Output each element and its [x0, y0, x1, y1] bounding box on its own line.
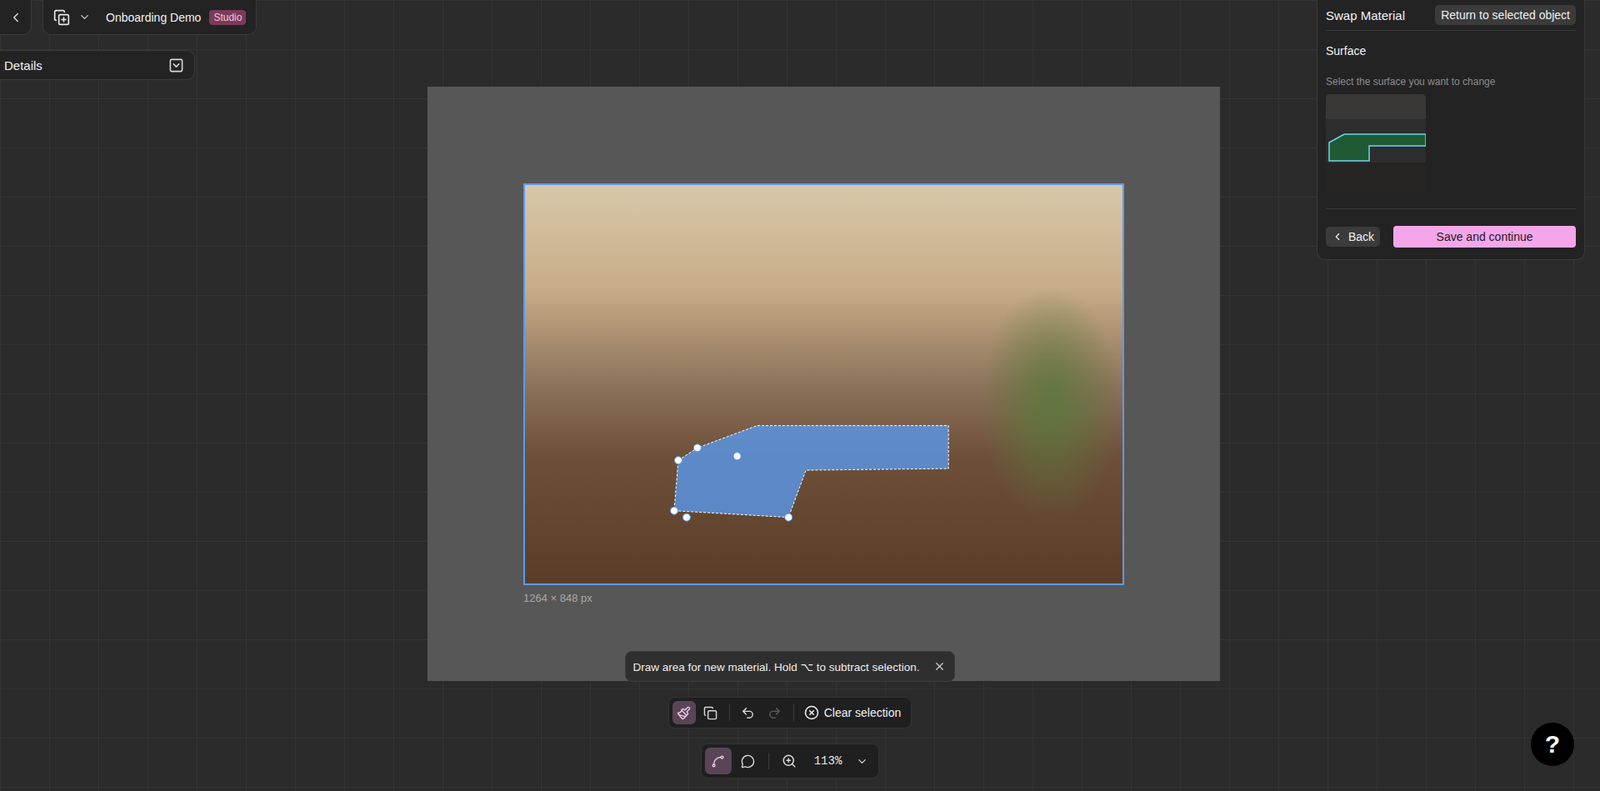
- zoom-in-icon: [781, 753, 797, 769]
- chevron-down-icon: [78, 10, 91, 24]
- comment-tool-button[interactable]: [735, 747, 762, 775]
- redo-icon: [767, 705, 782, 720]
- zoom-menu-button[interactable]: [848, 747, 875, 775]
- panel-header: Swap Material Return to selected object: [1325, 5, 1576, 31]
- room-photo[interactable]: [523, 183, 1125, 585]
- section-title: Surface: [1325, 44, 1576, 58]
- chevron-down-icon: [855, 755, 869, 768]
- surface-thumbnail[interactable]: [1325, 94, 1426, 192]
- plan-badge: Studio: [209, 10, 246, 25]
- hint-toast: Draw area for new material. Hold ⌥ to su…: [625, 650, 955, 682]
- back-button[interactable]: [0, 0, 32, 35]
- artboard: 1264 × 848 px: [427, 86, 1220, 681]
- project-icon: [53, 9, 70, 26]
- surface-preview-icon: [1325, 94, 1426, 192]
- details-title: Details: [4, 58, 43, 73]
- toolbar-separator: [768, 752, 770, 770]
- view-toolbar: 113%: [700, 743, 880, 779]
- zoom-button[interactable]: [775, 747, 803, 775]
- collapse-icon: [168, 57, 185, 74]
- project-menu[interactable]: Onboarding Demo Studio: [42, 0, 257, 35]
- image-size-label: 1264 × 848 px: [523, 591, 1220, 605]
- help-button[interactable]: ?: [1530, 722, 1575, 766]
- toolbar-separator: [793, 704, 795, 721]
- paste-tool-button[interactable]: [699, 700, 723, 725]
- back-button[interactable]: Back: [1325, 226, 1380, 247]
- chevron-left-icon: [1331, 230, 1344, 243]
- save-continue-button[interactable]: Save and continue: [1393, 225, 1576, 248]
- panel-actions: Back Save and continue: [1325, 225, 1576, 248]
- return-button[interactable]: Return to selected object: [1435, 5, 1576, 25]
- details-panel[interactable]: Details: [0, 50, 195, 80]
- panel-title: Swap Material: [1325, 8, 1405, 23]
- pointer-tool-button[interactable]: [705, 747, 732, 775]
- zoom-level[interactable]: 113%: [805, 754, 846, 768]
- comment-icon: [740, 754, 755, 769]
- undo-tool-button[interactable]: [736, 700, 760, 725]
- paste-icon: [703, 705, 718, 720]
- surface-list: [1325, 94, 1576, 210]
- close-icon[interactable]: [933, 660, 946, 673]
- undo-icon: [740, 705, 755, 720]
- redo-tool-button[interactable]: [763, 700, 787, 725]
- hint-text: Draw area for new material. Hold ⌥ to su…: [632, 660, 920, 674]
- toolbar-separator: [729, 704, 730, 721]
- circle-x-icon: [804, 705, 820, 720]
- swap-material-panel: Swap Material Return to selected object Su…: [1316, 0, 1585, 260]
- bottom-dock: Draw area for new material. Hold ⌥ to su…: [0, 650, 1580, 779]
- selection-toolbar: Clear selection: [668, 696, 913, 729]
- project-name: Onboarding Demo: [105, 10, 201, 25]
- pointer-icon: [710, 754, 725, 769]
- selection-mask-icon[interactable]: [525, 185, 1123, 584]
- brush-tool-button[interactable]: [672, 700, 696, 725]
- brush-icon: [676, 705, 691, 720]
- editor-page: 1264 × 848 px Onboarding Demo Studio Detail…: [0, 0, 1600, 791]
- chevron-left-icon: [8, 10, 24, 25]
- clear-selection-button[interactable]: Clear selection: [800, 701, 909, 724]
- section-hint: Select the surface you want to change: [1325, 75, 1576, 88]
